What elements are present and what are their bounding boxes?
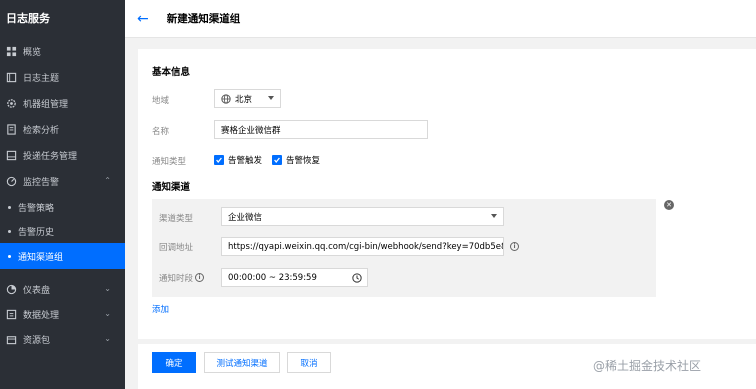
bullet-icon [8, 205, 11, 209]
bullet-icon [8, 229, 11, 233]
section-title-channel: 通知渠道 [152, 182, 191, 193]
region-label: 地域 [152, 96, 170, 106]
sidebar-item-machine-group[interactable]: 机器组管理 [0, 90, 125, 116]
checkmark-icon [214, 155, 224, 165]
sidebar-item-delivery-task[interactable]: 投递任务管理 [0, 142, 125, 168]
test-channel-button[interactable]: 测试通知渠道 [204, 352, 280, 373]
caret-down-icon [268, 96, 274, 100]
sidebar-item-label: 概览 [23, 47, 42, 58]
region-value: 北京 [235, 94, 253, 105]
chevron-up-icon: ⌃ [104, 176, 111, 185]
caret-down-icon [491, 214, 497, 218]
search-analysis-icon [6, 123, 17, 135]
sidebar-item-label: 检索分析 [23, 125, 60, 136]
bullet-icon [8, 254, 11, 258]
chevron-down-icon: ⌄ [104, 309, 111, 318]
sidebar-item-label: 告警历史 [18, 227, 55, 238]
info-icon[interactable]: i [510, 242, 519, 251]
page-header: ← 新建通知渠道组 [125, 0, 756, 38]
monitor-alarm-icon [6, 176, 17, 187]
checkbox-label: 告警触发 [228, 156, 263, 166]
chevron-down-icon: ⌄ [104, 334, 111, 343]
time-range-value: 00:00:00 ~ 23:59:59 [228, 272, 317, 283]
globe-icon [221, 93, 231, 104]
overview-icon [6, 46, 17, 57]
close-icon[interactable]: ✕ [664, 200, 674, 210]
time-range-input[interactable]: 00:00:00 ~ 23:59:59 [221, 268, 368, 287]
sidebar: 日志服务 概览 日志主题 机器组管理 检索分析 投递任务管理 监控告警 ⌃ 告警… [0, 0, 125, 389]
channel-panel: 渠道类型 企业微信 回调地址 https://qyapi.weixin.qq.c… [152, 199, 656, 297]
region-select[interactable]: 北京 [214, 89, 281, 108]
watermark-text: @稀土掘金技术社区 [593, 359, 702, 373]
checkbox-alarm-recover[interactable]: 告警恢复 [272, 154, 320, 166]
info-icon[interactable]: i [195, 273, 204, 282]
sidebar-item-data-processing[interactable]: 数据处理 ⌄ [0, 301, 125, 327]
arrow-left-icon[interactable]: ← [137, 11, 149, 27]
sidebar-item-overview[interactable]: 概览 [0, 38, 125, 64]
sidebar-item-alarm-policy[interactable]: 告警策略 [0, 194, 125, 220]
checkbox-label: 告警恢复 [286, 156, 321, 166]
sidebar-title: 日志服务 [6, 12, 50, 25]
confirm-button[interactable]: 确定 [152, 352, 196, 373]
time-label: 通知时段 [159, 274, 194, 284]
page-title: 新建通知渠道组 [166, 13, 241, 25]
sidebar-item-label: 通知渠道组 [18, 252, 64, 263]
cancel-button[interactable]: 取消 [287, 352, 331, 373]
dashboard-icon [6, 284, 17, 295]
name-label: 名称 [152, 127, 170, 137]
sidebar-item-monitor-alarm[interactable]: 监控告警 ⌃ [0, 168, 125, 194]
sidebar-item-label: 机器组管理 [23, 99, 69, 110]
log-topic-icon [6, 72, 17, 83]
sidebar-item-log-topic[interactable]: 日志主题 [0, 64, 125, 90]
callback-url-input[interactable]: https://qyapi.weixin.qq.com/cgi-bin/webh… [221, 237, 504, 256]
sidebar-item-label: 投递任务管理 [23, 151, 78, 162]
sidebar-item-label: 告警策略 [18, 203, 55, 214]
delivery-task-icon [6, 150, 17, 161]
sidebar-item-label: 数据处理 [23, 310, 60, 321]
checkbox-alarm-trigger[interactable]: 告警触发 [214, 154, 262, 166]
sidebar-item-label: 仪表盘 [23, 285, 51, 296]
machine-group-icon [6, 98, 17, 109]
channel-type-select[interactable]: 企业微信 [221, 207, 504, 226]
channel-type-value: 企业微信 [228, 212, 263, 223]
resource-pack-icon [6, 334, 17, 345]
chevron-down-icon: ⌄ [104, 284, 111, 293]
watermark: @稀土掘金技术社区 [593, 357, 701, 374]
form-card: 基本信息 地域 北京 名称 赛格企业微信群 通知类型 告警触发 告警恢复 通知渠… [138, 49, 756, 339]
name-input[interactable]: 赛格企业微信群 [214, 120, 428, 139]
notify-type-label: 通知类型 [152, 157, 187, 167]
section-title-basic: 基本信息 [152, 67, 191, 78]
sidebar-item-label: 资源包 [23, 335, 51, 346]
checkmark-icon [272, 155, 282, 165]
callback-label: 回调地址 [159, 243, 194, 253]
channel-type-label: 渠道类型 [159, 214, 194, 224]
clock-icon [352, 273, 362, 283]
sidebar-item-label: 日志主题 [23, 73, 60, 84]
add-channel-link[interactable]: 添加 [152, 303, 169, 315]
data-processing-icon [6, 309, 17, 320]
sidebar-item-search-analysis[interactable]: 检索分析 [0, 116, 125, 142]
sidebar-item-label: 监控告警 [23, 177, 60, 188]
sidebar-item-resource-pack[interactable]: 资源包 ⌄ [0, 326, 125, 352]
sidebar-item-dashboard[interactable]: 仪表盘 ⌄ [0, 276, 125, 302]
sidebar-item-notify-channel-group[interactable]: 通知渠道组 [0, 243, 125, 269]
sidebar-item-alarm-history[interactable]: 告警历史 [0, 218, 125, 244]
